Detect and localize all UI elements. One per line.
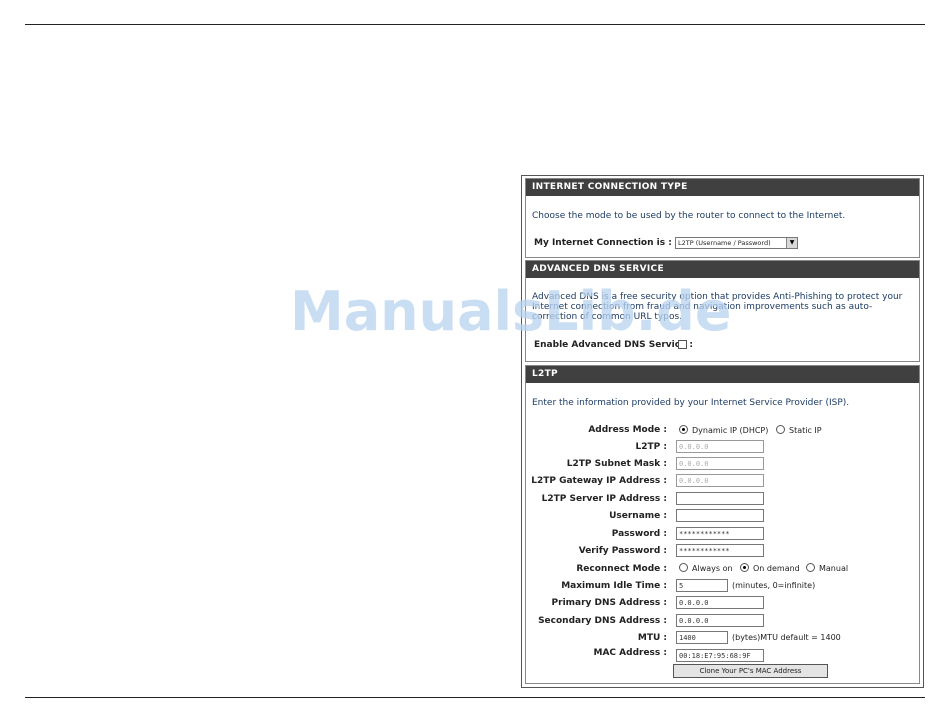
address-mode-static-radio[interactable] [776, 425, 785, 434]
verify-password-label: Verify Password : [578, 546, 667, 556]
mtu-input[interactable]: 1400 [676, 631, 728, 644]
secondary-dns-label: Secondary DNS Address : [538, 616, 667, 626]
section-header: ADVANCED DNS SERVICE [526, 261, 919, 278]
username-input[interactable] [676, 509, 764, 522]
address-mode-dynamic-label: Dynamic IP (DHCP) [692, 426, 769, 435]
gateway-ip-label: L2TP Gateway IP Address : [531, 476, 667, 486]
connection-type-select[interactable]: L2TP (Username / Password) ▼ [675, 237, 798, 249]
password-label: Password : [611, 529, 667, 539]
section-description: Enter the information provided by your I… [532, 398, 850, 408]
router-settings-panel: INTERNET CONNECTION TYPE Choose the mode… [521, 175, 924, 688]
manualslib-watermark: ManualsLib.de [290, 280, 732, 343]
subnet-mask-input[interactable]: 0.0.0.0 [676, 457, 764, 470]
reconnect-ondemand-radio[interactable] [740, 563, 749, 572]
password-input[interactable]: ************ [676, 527, 764, 540]
idle-time-note: (minutes, 0=infinite) [732, 581, 816, 590]
reconnect-always-radio[interactable] [679, 563, 688, 572]
top-rule [25, 24, 925, 25]
connection-type-label: My Internet Connection is : [534, 238, 672, 248]
server-ip-label: L2TP Server IP Address : [541, 494, 667, 504]
primary-dns-input[interactable]: 0.0.0.0 [676, 596, 764, 609]
bottom-rule [25, 697, 925, 698]
reconnect-always-label: Always on [692, 564, 733, 573]
connection-type-value: L2TP (Username / Password) [678, 239, 771, 247]
gateway-ip-input[interactable]: 0.0.0.0 [676, 474, 764, 487]
address-mode-dynamic-radio[interactable] [679, 425, 688, 434]
address-mode-label: Address Mode : [588, 425, 667, 435]
secondary-dns-input[interactable]: 0.0.0.0 [676, 614, 764, 627]
reconnect-mode-label: Reconnect Mode : [576, 564, 667, 574]
chevron-down-icon: ▼ [786, 238, 797, 248]
reconnect-manual-label: Manual [819, 564, 849, 573]
idle-time-label: Maximum Idle Time : [561, 581, 667, 591]
primary-dns-label: Primary DNS Address : [551, 598, 667, 608]
section-header: L2TP [526, 366, 919, 383]
mac-address-label: MAC Address : [593, 648, 668, 658]
l2tp-section: L2TP Enter the information provided by y… [525, 365, 920, 684]
server-ip-input[interactable] [676, 492, 764, 505]
internet-connection-type-section: INTERNET CONNECTION TYPE Choose the mode… [525, 178, 920, 258]
subnet-mask-label: L2TP Subnet Mask : [566, 459, 667, 469]
section-header: INTERNET CONNECTION TYPE [526, 179, 919, 196]
idle-time-input[interactable]: 5 [676, 579, 728, 592]
mac-address-input[interactable]: 00:18:E7:95:68:9F [676, 649, 764, 662]
username-label: Username : [609, 511, 667, 521]
address-mode-static-label: Static IP [789, 426, 822, 435]
verify-password-input[interactable]: ************ [676, 544, 764, 557]
section-description: Choose the mode to be used by the router… [532, 211, 846, 221]
l2tp-ip-input[interactable]: 0.0.0.0 [676, 440, 764, 453]
mtu-note: (bytes)MTU default = 1400 [732, 633, 841, 642]
clone-mac-button[interactable]: Clone Your PC's MAC Address [673, 664, 828, 678]
l2tp-ip-label: L2TP : [635, 442, 667, 452]
mtu-label: MTU : [637, 633, 667, 643]
reconnect-manual-radio[interactable] [806, 563, 815, 572]
reconnect-ondemand-label: On demand [753, 564, 800, 573]
